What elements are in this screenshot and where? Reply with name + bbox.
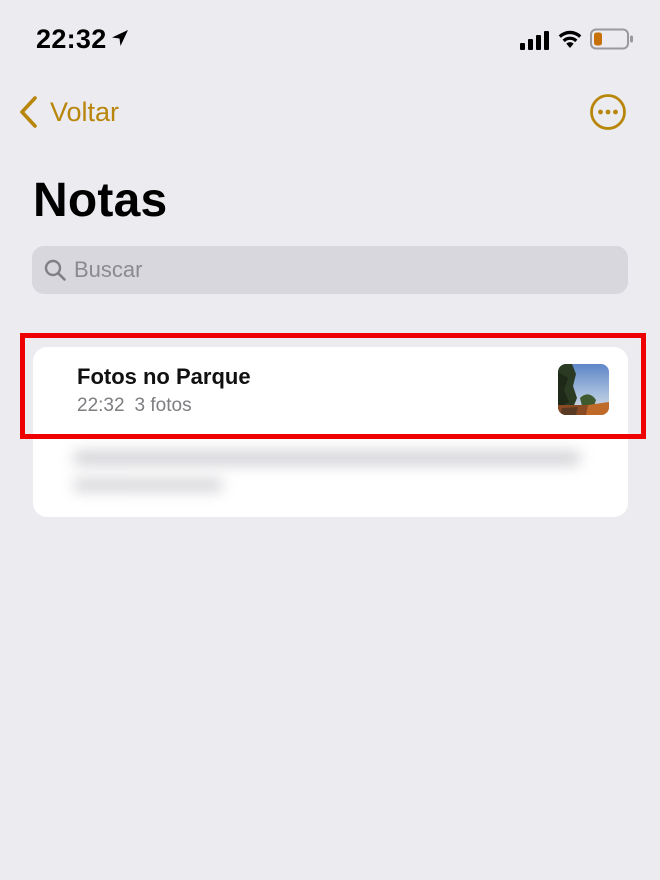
battery-low-icon <box>590 28 633 50</box>
photo-thumbnail <box>558 364 609 415</box>
search-field[interactable] <box>32 246 628 294</box>
note-detail: 3 fotos <box>134 395 192 416</box>
search-input[interactable] <box>74 257 574 283</box>
page-title: Notas <box>33 174 168 227</box>
back-label: Voltar <box>50 96 120 127</box>
wifi-icon <box>558 30 582 48</box>
search-icon <box>44 259 66 281</box>
location-arrow-icon <box>112 30 128 46</box>
blurred-text <box>73 451 581 465</box>
cellular-signal-icon <box>520 31 549 50</box>
notes-list: Fotos no Parque 22:32 3 fotos <box>33 347 628 517</box>
note-title: Fotos no Parque <box>77 364 251 389</box>
note-meta: 22:32 3 fotos <box>77 395 192 417</box>
note-row[interactable]: Fotos no Parque 22:32 3 fotos <box>33 347 628 431</box>
status-time: 22:32 <box>36 24 107 54</box>
note-time: 22:32 <box>77 395 125 416</box>
blurred-text <box>73 479 223 491</box>
note-row-blurred[interactable] <box>33 431 628 517</box>
chevron-left-icon <box>20 96 37 128</box>
back-button[interactable]: Voltar <box>18 92 119 132</box>
status-bar: 22:32 <box>0 0 660 80</box>
ellipsis-circle-icon[interactable] <box>589 93 627 131</box>
